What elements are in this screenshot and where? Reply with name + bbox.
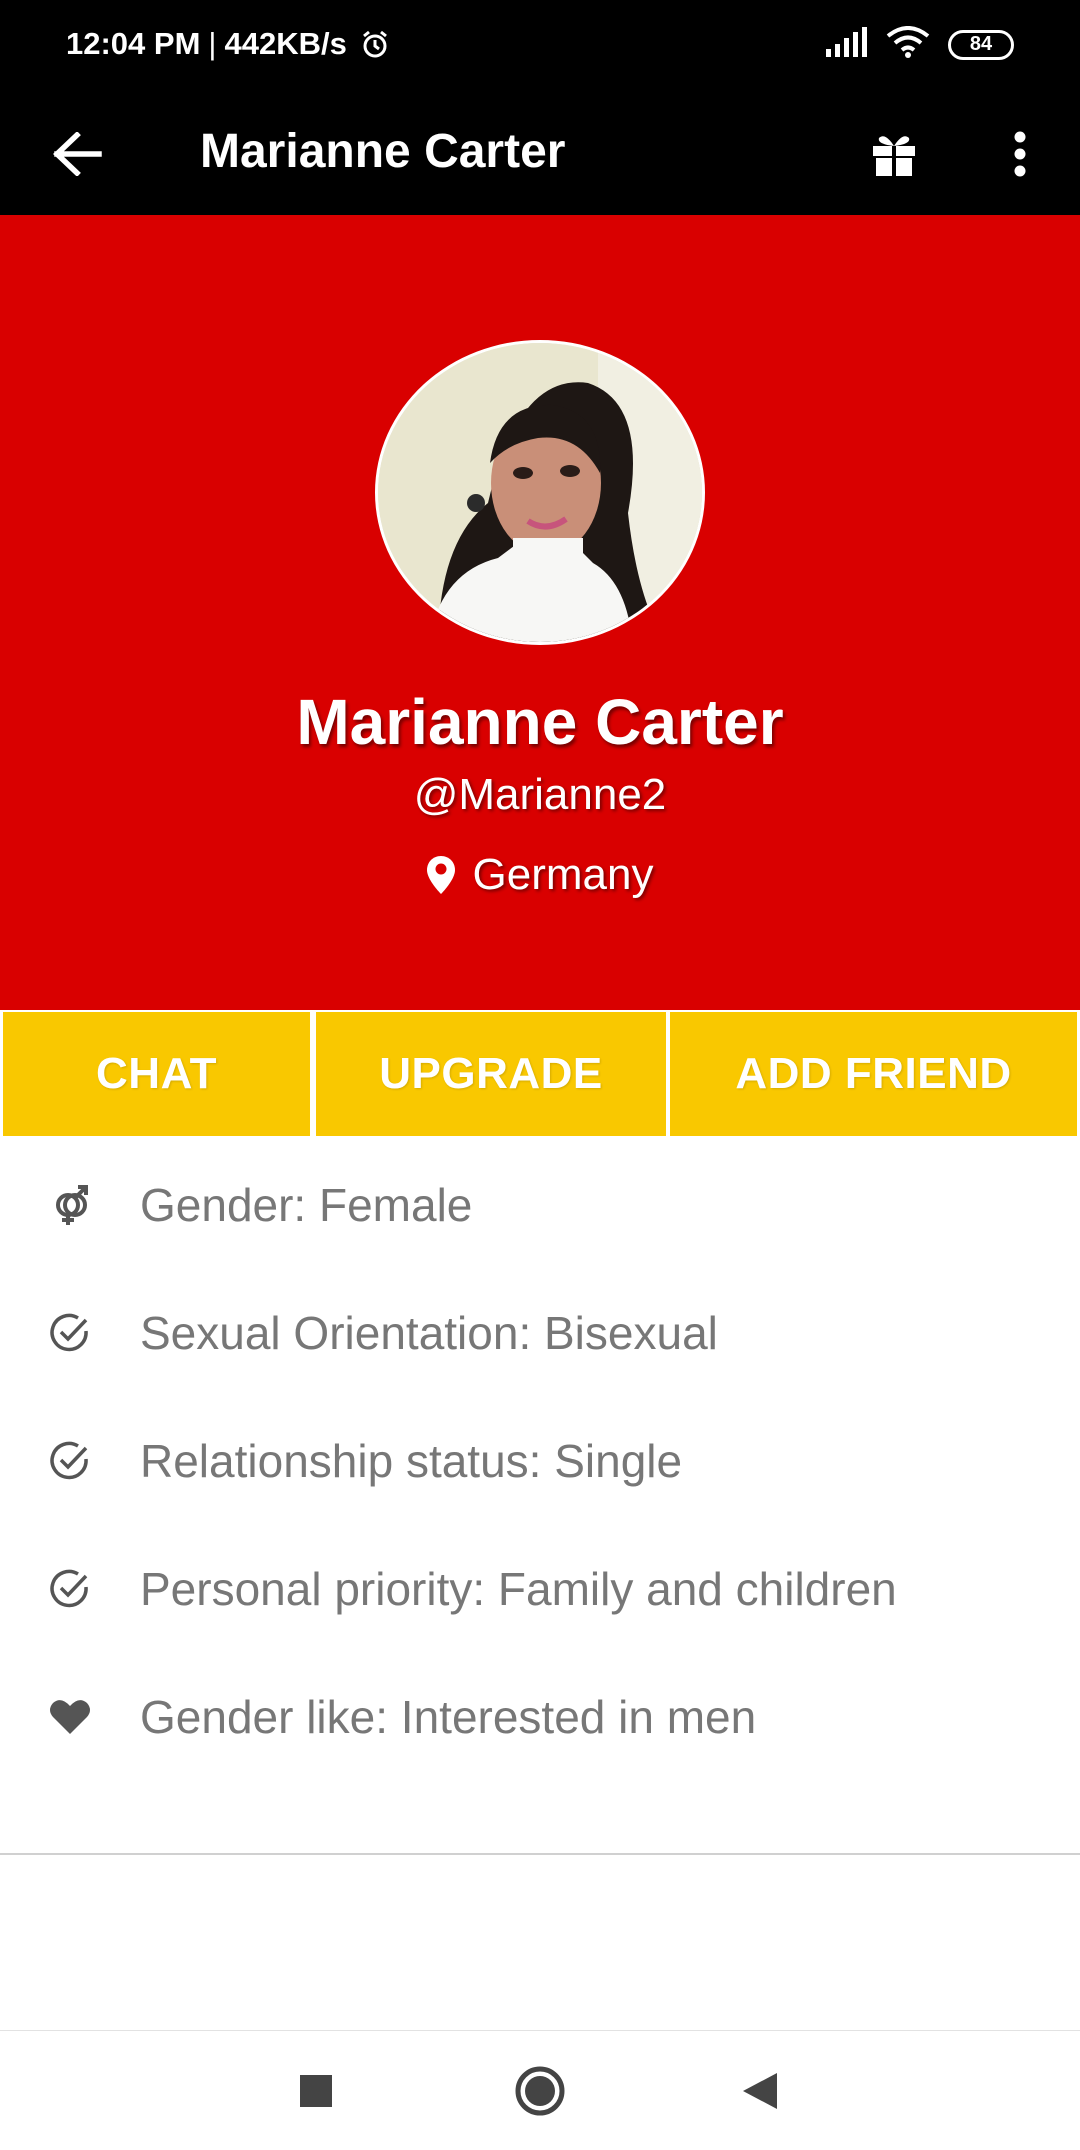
status-separator: |: [208, 26, 217, 61]
action-buttons: CHAT UPGRADE ADD FRIEND: [0, 1012, 1080, 1136]
status-left: 12:04 PM | 442KB/s: [66, 26, 391, 62]
status-time: 12:04 PM: [66, 26, 201, 61]
info-text: Gender: Female: [140, 1179, 473, 1231]
app-bar: Marianne Carter: [0, 92, 1080, 215]
location-pin-icon: [426, 856, 455, 894]
profile-name: Marianne Carter: [296, 686, 784, 758]
avatar[interactable]: [375, 340, 705, 645]
check-circle-icon: [45, 1436, 95, 1486]
status-speed: 442KB/s: [224, 26, 347, 61]
profile-handle: @Marianne2: [413, 770, 667, 819]
wifi-icon: [886, 26, 930, 63]
signal-icon: [824, 27, 868, 62]
status-bar: 12:04 PM | 442KB/s 84: [0, 0, 1080, 92]
back-triangle-icon[interactable]: [725, 2061, 795, 2121]
upgrade-button[interactable]: UPGRADE: [316, 1012, 666, 1136]
chat-button[interactable]: CHAT: [3, 1012, 310, 1136]
add-friend-button[interactable]: ADD FRIEND: [670, 1012, 1077, 1136]
back-arrow-icon[interactable]: [46, 122, 110, 186]
info-row-priority: Personal priority: Family and children: [0, 1549, 1080, 1629]
system-nav-bar: [0, 2031, 1080, 2150]
app-title: Marianne Carter: [200, 125, 566, 178]
battery-icon: 84: [948, 29, 1014, 60]
more-vert-icon[interactable]: [988, 122, 1052, 186]
home-circle-icon[interactable]: [505, 2061, 575, 2121]
profile-hero: Marianne Carter @Marianne2 Germany: [0, 215, 1080, 1010]
info-row-gender-like: Gender like: Interested in men: [0, 1677, 1080, 1757]
gender-icon: [45, 1180, 95, 1230]
battery-level: 84: [969, 33, 993, 55]
section-divider: [0, 1853, 1080, 1855]
info-text: Relationship status: Single: [140, 1435, 683, 1487]
info-text: Sexual Orientation: Bisexual: [140, 1307, 718, 1359]
location-text: Germany: [472, 850, 654, 899]
info-row-relationship: Relationship status: Single: [0, 1421, 1080, 1501]
recents-square-icon[interactable]: [281, 2061, 351, 2121]
profile-location: Germany: [0, 850, 1080, 900]
info-row-orientation: Sexual Orientation: Bisexual: [0, 1293, 1080, 1373]
gift-icon[interactable]: [862, 122, 926, 186]
heart-icon: [45, 1692, 95, 1742]
check-circle-icon: [45, 1564, 95, 1614]
alarm-icon: [359, 28, 391, 60]
info-row-gender: Gender: Female: [0, 1165, 1080, 1245]
info-text: Gender like: Interested in men: [140, 1691, 757, 1743]
info-text: Personal priority: Family and children: [140, 1563, 897, 1615]
status-right: 84: [824, 26, 1014, 63]
check-circle-icon: [45, 1308, 95, 1358]
